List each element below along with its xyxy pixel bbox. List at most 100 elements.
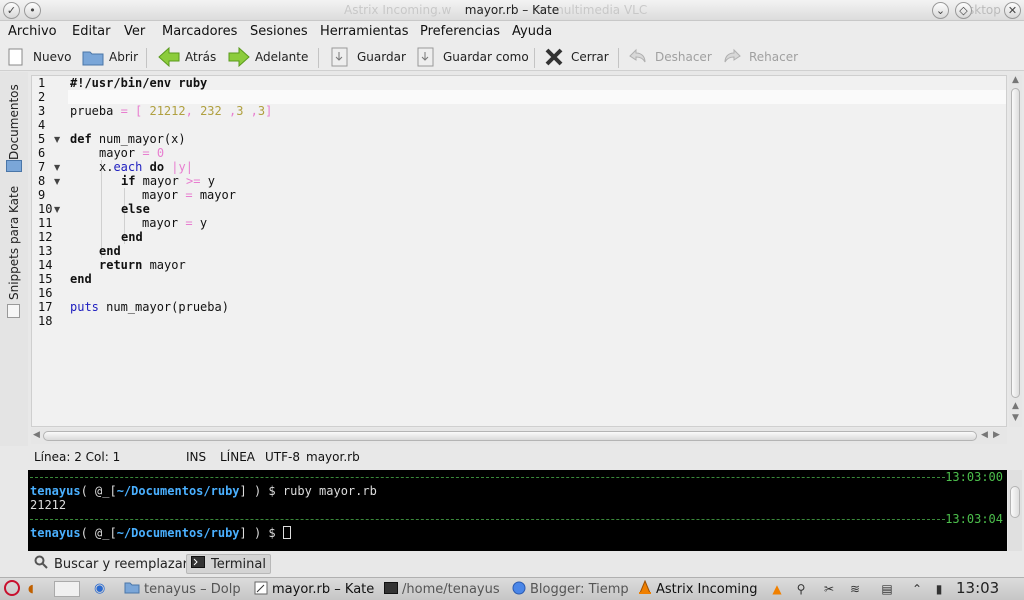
scroll-thumb[interactable] bbox=[43, 431, 977, 441]
desktop-pager-icon[interactable] bbox=[54, 581, 80, 597]
save-button[interactable]: Guardar bbox=[330, 45, 406, 69]
maximize-icon[interactable]: ◇ bbox=[955, 2, 972, 19]
task-dolphin[interactable]: tenayus – Dolp bbox=[124, 580, 244, 599]
open-button[interactable]: Abrir bbox=[82, 45, 138, 69]
close-label: Cerrar bbox=[571, 50, 609, 64]
scroll-right-icon[interactable]: ▶ bbox=[993, 430, 1000, 440]
scroll-down-icon[interactable]: ▼ bbox=[1012, 413, 1019, 423]
prompt-text: ( @_[ bbox=[80, 526, 117, 540]
task-vlc[interactable]: Astrix Incoming bbox=[638, 580, 760, 599]
back-label: Atrás bbox=[185, 50, 217, 64]
code-token: else bbox=[121, 202, 150, 216]
forward-button[interactable]: Adelante bbox=[228, 45, 308, 69]
battery-icon[interactable]: ▮ bbox=[932, 582, 946, 596]
code-token: , bbox=[243, 104, 258, 118]
menu-archivo[interactable]: Archivo bbox=[8, 24, 57, 39]
scroll-thumb[interactable] bbox=[1010, 486, 1020, 518]
tab-terminal[interactable]: Terminal bbox=[186, 554, 271, 574]
insert-mode[interactable]: INS bbox=[186, 450, 206, 464]
terminal-cursor bbox=[282, 526, 291, 539]
close-icon[interactable]: ✕ bbox=[1004, 2, 1021, 19]
search-tray-icon[interactable]: ⚲ bbox=[794, 582, 808, 596]
editor-horizontal-scrollbar[interactable]: ◀ ◀ ▶ bbox=[31, 428, 1007, 444]
line-number: 13 bbox=[38, 244, 53, 258]
fold-marker-icon[interactable]: ▼ bbox=[54, 205, 60, 214]
close-x-icon bbox=[544, 47, 566, 67]
menu-herramientas[interactable]: Herramientas bbox=[320, 24, 409, 39]
toolbar-separator bbox=[318, 48, 319, 68]
task-kate[interactable]: mayor.rb – Kate bbox=[254, 580, 374, 599]
code-line-8: if mayor >= y bbox=[121, 174, 215, 188]
title-bar: ✓ • Astrix Incoming.w or multimedia VLC … bbox=[0, 0, 1024, 21]
tab-documentos[interactable]: Documentos bbox=[4, 78, 24, 160]
line-number: 11 bbox=[38, 216, 53, 230]
clipboard-icon[interactable]: ▤ bbox=[880, 582, 894, 596]
editor-vertical-scrollbar[interactable]: ▲ ▲ ▼ bbox=[1009, 75, 1022, 427]
fold-marker-icon[interactable]: ▼ bbox=[54, 163, 60, 172]
prompt-text: ] ) $ bbox=[239, 484, 283, 498]
menu-sesiones[interactable]: Sesiones bbox=[250, 24, 308, 39]
selection-mode[interactable]: LÍNEA bbox=[220, 450, 255, 464]
new-button[interactable]: Nuevo bbox=[6, 45, 71, 69]
scroll-left-icon[interactable]: ◀ bbox=[981, 430, 988, 440]
scissors-icon[interactable]: ✂ bbox=[822, 582, 836, 596]
line-number: 7 bbox=[38, 160, 46, 174]
menu-preferencias[interactable]: Preferencias bbox=[420, 24, 500, 39]
code-line-7: x.each do |y| bbox=[99, 160, 193, 174]
debian-menu-icon[interactable] bbox=[4, 580, 20, 596]
timestamp: 13:03:04 bbox=[945, 512, 1003, 526]
menu-editar[interactable]: Editar bbox=[72, 24, 111, 39]
terminal-icon bbox=[384, 581, 398, 598]
line-number: 10 bbox=[38, 202, 53, 216]
code-token: end bbox=[121, 230, 143, 244]
terminal-scrollbar[interactable] bbox=[1008, 470, 1022, 551]
code-token: |y| bbox=[164, 160, 193, 174]
task-label: mayor.rb – Kate bbox=[272, 582, 374, 597]
menu-marcadores[interactable]: Marcadores bbox=[162, 24, 237, 39]
clock[interactable]: 13:03 bbox=[956, 579, 999, 597]
wireless-icon[interactable]: ≋ bbox=[848, 582, 862, 596]
task-blogger[interactable]: Blogger: Tiemp bbox=[512, 580, 632, 599]
redo-button[interactable]: Rehacer bbox=[722, 45, 798, 69]
fold-marker-icon[interactable]: ▼ bbox=[54, 135, 60, 144]
encoding[interactable]: UTF-8 bbox=[265, 450, 300, 464]
tab-search-replace[interactable]: Buscar y reemplazar bbox=[30, 554, 192, 574]
code-token: mayor bbox=[135, 174, 187, 188]
task-konsole[interactable]: /home/tenayus bbox=[384, 580, 502, 599]
scroll-up-icon[interactable]: ▲ bbox=[1012, 401, 1019, 411]
prompt-user: tenayus bbox=[30, 484, 81, 498]
code-token: ] bbox=[265, 104, 273, 118]
scroll-thumb[interactable] bbox=[1011, 88, 1020, 398]
code-line-10: else bbox=[121, 202, 150, 216]
terminal-panel[interactable]: 13:03:00 tenayus( @_[~/Documentos/ruby] … bbox=[28, 470, 1007, 551]
folder-icon bbox=[124, 581, 140, 598]
code-token: mayor bbox=[142, 216, 179, 230]
close-doc-button[interactable]: Cerrar bbox=[544, 45, 609, 69]
scroll-up-icon[interactable]: ▲ bbox=[1012, 75, 1019, 85]
code-line-13: end bbox=[99, 244, 121, 258]
undo-button[interactable]: Deshacer bbox=[628, 45, 712, 69]
code-token: 0 bbox=[156, 146, 165, 160]
menu-ayuda[interactable]: Ayuda bbox=[512, 24, 552, 39]
menu-ver[interactable]: Ver bbox=[124, 24, 145, 39]
vlc-tray-icon[interactable]: ▲ bbox=[770, 582, 784, 596]
code-token: y bbox=[199, 216, 208, 230]
globe-icon[interactable]: ◉ bbox=[94, 581, 105, 596]
back-button[interactable]: Atrás bbox=[158, 45, 216, 69]
save-as-button[interactable]: Guardar como bbox=[416, 45, 529, 69]
back-arrow-icon bbox=[158, 46, 180, 68]
task-label: Astrix Incoming bbox=[656, 582, 758, 597]
scroll-left-icon[interactable]: ◀ bbox=[33, 430, 40, 440]
fold-marker-icon[interactable]: ▼ bbox=[54, 177, 60, 186]
line-number: 18 bbox=[38, 314, 53, 328]
save-as-icon bbox=[416, 47, 438, 67]
undo-icon bbox=[628, 47, 650, 67]
separator-line bbox=[30, 477, 945, 478]
launcher-icon[interactable]: ◖ bbox=[28, 582, 34, 595]
tab-snippets[interactable]: Snippets para Kate bbox=[4, 182, 24, 300]
code-line-17: puts num_mayor(prueba) bbox=[70, 300, 229, 314]
code-editor[interactable]: 1 2 3 4 5 6 7 8 9 10 11 12 13 14 15 16 1… bbox=[31, 75, 1007, 427]
expand-tray-icon[interactable]: ⌃ bbox=[910, 582, 924, 596]
terminal-tab-label: Terminal bbox=[211, 556, 266, 572]
minimize-icon[interactable]: ⌄ bbox=[932, 2, 949, 19]
